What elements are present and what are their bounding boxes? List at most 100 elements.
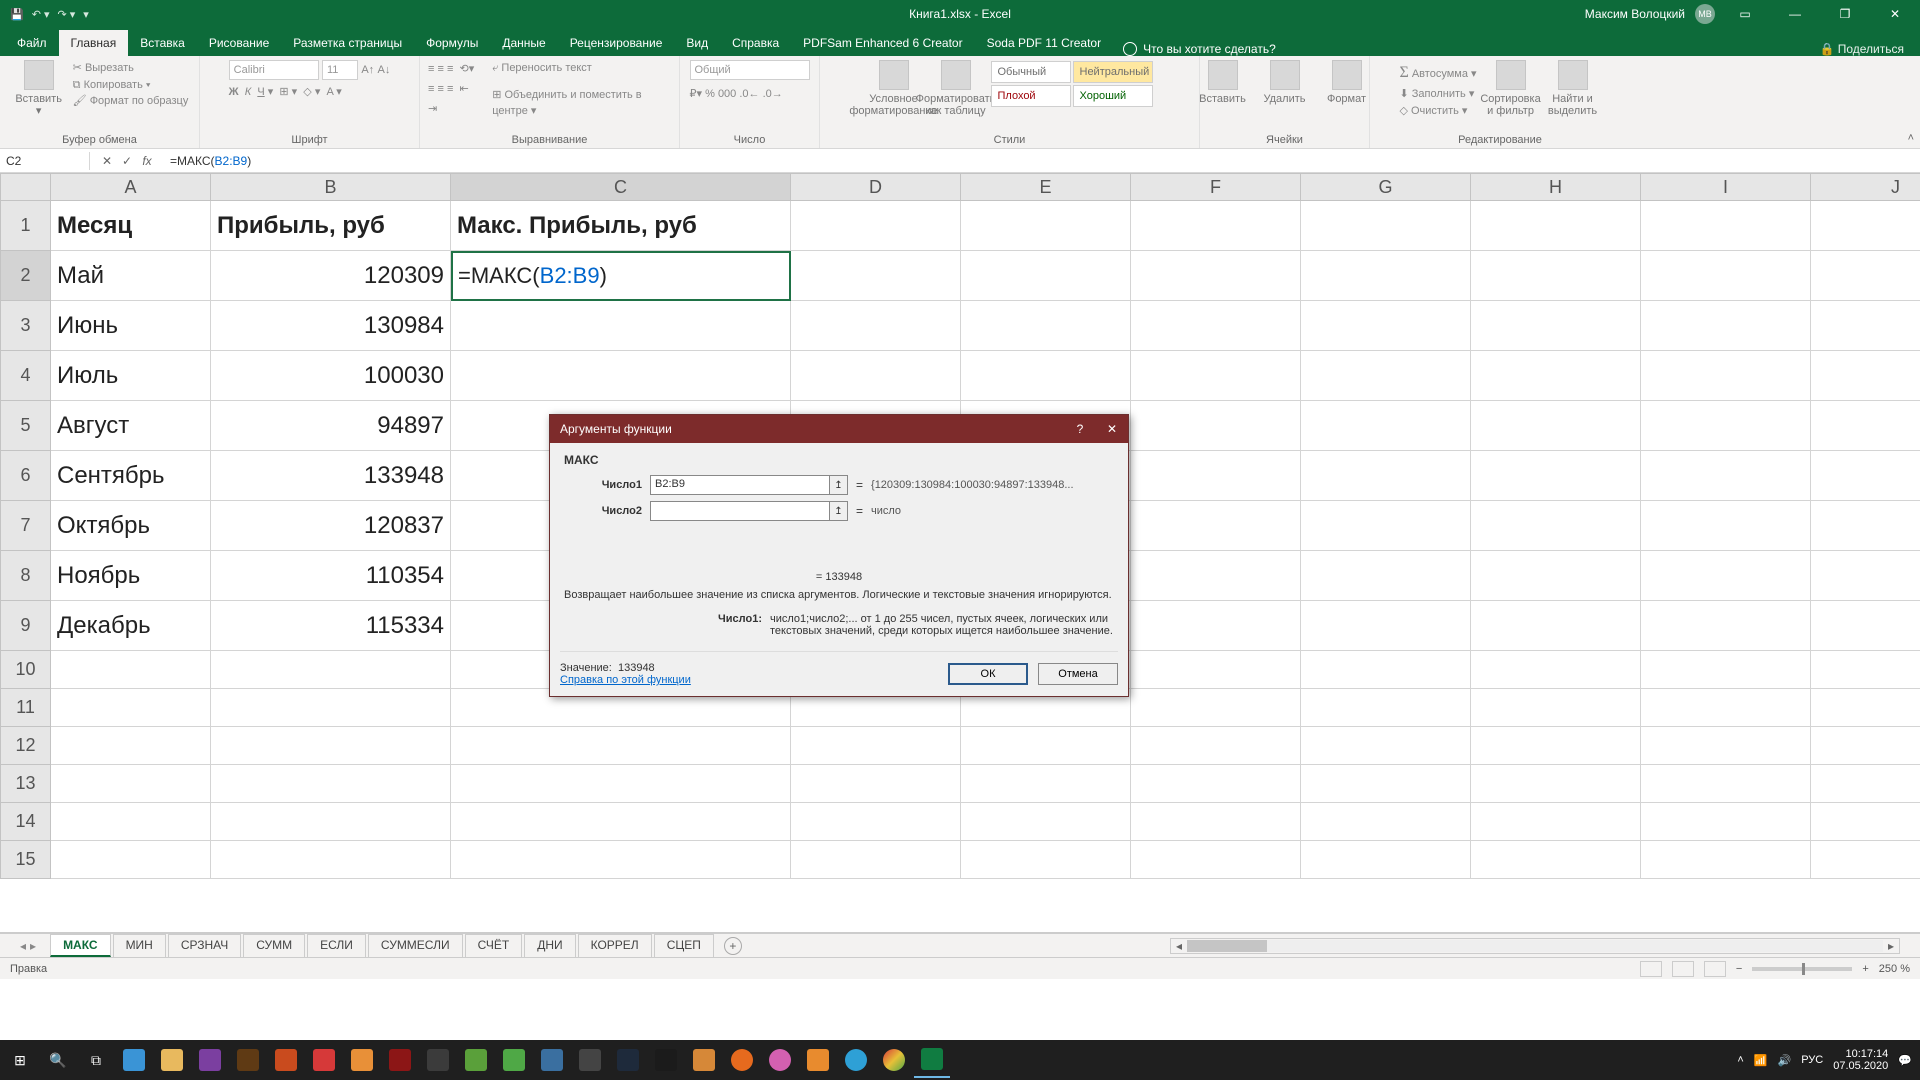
cell-B9[interactable]: 115334	[211, 601, 451, 651]
cell-A7[interactable]: Октябрь	[51, 501, 211, 551]
cell-D12[interactable]	[791, 727, 961, 765]
task-app-4[interactable]	[230, 1042, 266, 1078]
tray-chevron-icon[interactable]: ˄	[1737, 1054, 1743, 1066]
user-name[interactable]: Максим Волоцкий	[1585, 7, 1685, 21]
cell-J10[interactable]	[1811, 651, 1920, 689]
format-as-table-button[interactable]: Форматировать как таблицу	[928, 60, 984, 117]
cell-B13[interactable]	[211, 765, 451, 803]
cell-A6[interactable]: Сентябрь	[51, 451, 211, 501]
sheet-tab-СЧЁТ[interactable]: СЧЁТ	[465, 934, 523, 957]
row-header-2[interactable]: 2	[0, 251, 51, 301]
tell-me[interactable]: Что вы хотите сделать?	[1123, 42, 1276, 56]
cell-D2[interactable]	[791, 251, 961, 301]
fx-icon[interactable]: fx	[138, 154, 156, 168]
cell-G8[interactable]	[1301, 551, 1471, 601]
collapse-ribbon-icon[interactable]: ˄	[1908, 132, 1914, 144]
sheet-tab-МИН[interactable]: МИН	[113, 934, 166, 957]
cell-D3[interactable]	[791, 301, 961, 351]
cell-F9[interactable]	[1131, 601, 1301, 651]
cell-A5[interactable]: Август	[51, 401, 211, 451]
cell-C14[interactable]	[451, 803, 791, 841]
dialog-help-link[interactable]: Справка по этой функции	[560, 674, 691, 686]
cell-G7[interactable]	[1301, 501, 1471, 551]
cell-I9[interactable]	[1641, 601, 1811, 651]
cell-F15[interactable]	[1131, 841, 1301, 879]
column-header-A[interactable]: A	[51, 173, 211, 201]
cell-H14[interactable]	[1471, 803, 1641, 841]
task-chrome[interactable]	[876, 1042, 912, 1078]
cell-H4[interactable]	[1471, 351, 1641, 401]
cell-J12[interactable]	[1811, 727, 1920, 765]
cell-G13[interactable]	[1301, 765, 1471, 803]
row-header-3[interactable]: 3	[0, 301, 51, 351]
tab-draw[interactable]: Рисование	[197, 30, 281, 56]
cell-G2[interactable]	[1301, 251, 1471, 301]
cell-C4[interactable]	[451, 351, 791, 401]
row-header-11[interactable]: 11	[0, 689, 51, 727]
cell-H7[interactable]	[1471, 501, 1641, 551]
task-excel[interactable]	[914, 1042, 950, 1078]
task-app-11[interactable]	[496, 1042, 532, 1078]
zoom-in-icon[interactable]: +	[1862, 963, 1868, 975]
align-right-icon[interactable]: ≡	[447, 83, 453, 95]
sheet-tab-ДНИ[interactable]: ДНИ	[524, 934, 575, 957]
task-app-6[interactable]	[306, 1042, 342, 1078]
cell-F2[interactable]	[1131, 251, 1301, 301]
enter-formula-icon[interactable]: ✓	[118, 154, 136, 168]
search-icon[interactable]: 🔍	[40, 1042, 76, 1078]
cell-E4[interactable]	[961, 351, 1131, 401]
select-all-corner[interactable]	[0, 173, 51, 201]
cell-F8[interactable]	[1131, 551, 1301, 601]
cell-I7[interactable]	[1641, 501, 1811, 551]
cell-G14[interactable]	[1301, 803, 1471, 841]
tab-soda[interactable]: Soda PDF 11 Creator	[975, 30, 1114, 56]
row-header-9[interactable]: 9	[0, 601, 51, 651]
cell-B14[interactable]	[211, 803, 451, 841]
cell-H11[interactable]	[1471, 689, 1641, 727]
task-app-7[interactable]	[344, 1042, 380, 1078]
task-app-16[interactable]	[686, 1042, 722, 1078]
cell-E2[interactable]	[961, 251, 1131, 301]
tray-wifi-icon[interactable]: 📶	[1754, 1054, 1768, 1067]
cell-H13[interactable]	[1471, 765, 1641, 803]
sheet-tab-СЦЕП[interactable]: СЦЕП	[654, 934, 714, 957]
cell-J11[interactable]	[1811, 689, 1920, 727]
cell-F3[interactable]	[1131, 301, 1301, 351]
column-header-C[interactable]: C	[451, 173, 791, 201]
paste-button[interactable]: Вставить▾	[11, 60, 67, 117]
wrap-text-button[interactable]: ⤶ Переносить текст	[492, 60, 671, 77]
horizontal-scrollbar[interactable]: ◂▸	[1170, 938, 1900, 954]
cell-A13[interactable]	[51, 765, 211, 803]
cell-G15[interactable]	[1301, 841, 1471, 879]
orientation-icon[interactable]: ⟲	[460, 63, 469, 75]
cell-B3[interactable]: 130984	[211, 301, 451, 351]
task-app-5[interactable]	[268, 1042, 304, 1078]
tab-file[interactable]: Файл	[5, 30, 59, 56]
cell-F13[interactable]	[1131, 765, 1301, 803]
cell-G3[interactable]	[1301, 301, 1471, 351]
currency-icon[interactable]: ₽▾	[690, 88, 703, 100]
zoom-out-icon[interactable]: −	[1736, 963, 1742, 975]
autosum-button[interactable]: Σ Автосумма ▾	[1399, 60, 1476, 86]
row-header-5[interactable]: 5	[0, 401, 51, 451]
font-name[interactable]: Calibri	[229, 60, 319, 80]
redo-icon[interactable]: ↷ ▾	[58, 8, 76, 21]
close-icon[interactable]: ✕	[1875, 0, 1915, 28]
cell-C1[interactable]: Макс. Прибыль, руб	[451, 201, 791, 251]
column-header-B[interactable]: B	[211, 173, 451, 201]
cell-C2[interactable]: =МАКС(B2:B9)	[451, 251, 791, 301]
dialog-titlebar[interactable]: Аргументы функции ? ✕	[550, 415, 1128, 443]
align-center-icon[interactable]: ≡	[437, 83, 443, 95]
percent-icon[interactable]: %	[705, 88, 715, 100]
cell-I11[interactable]	[1641, 689, 1811, 727]
cell-H2[interactable]	[1471, 251, 1641, 301]
cell-H6[interactable]	[1471, 451, 1641, 501]
cell-B1[interactable]: Прибыль, руб	[211, 201, 451, 251]
cell-A11[interactable]	[51, 689, 211, 727]
cell-J4[interactable]	[1811, 351, 1920, 401]
tray-lang[interactable]: РУС	[1801, 1054, 1823, 1066]
cell-I1[interactable]	[1641, 201, 1811, 251]
arg1-ref-icon[interactable]: ↥	[830, 475, 848, 495]
style-normal[interactable]: Обычный	[991, 61, 1071, 83]
cell-F5[interactable]	[1131, 401, 1301, 451]
